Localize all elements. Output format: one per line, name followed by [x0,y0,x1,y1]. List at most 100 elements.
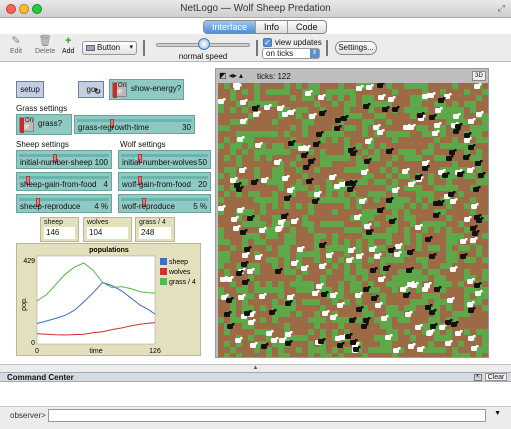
grass-patch [410,113,416,119]
ticks-counter: ticks: 122 [257,72,291,81]
tab-code[interactable]: Code [288,21,326,33]
fullscreen-icon[interactable]: ⤢ [498,3,505,14]
view-control-icons[interactable]: ◩ ◂▸ ▴ [219,71,243,80]
grass-patch [278,305,284,311]
delete-button[interactable]: 🗑 Delete [35,35,55,55]
setup-label: setup [20,85,40,94]
grass-patch [308,191,314,197]
grass-patch [350,227,356,233]
grass-patch [410,203,416,209]
grass-patch [290,125,296,131]
edit-button[interactable]: ✎ Edit [10,35,22,55]
grass-patch [428,179,434,185]
chevron-down-icon: ▾ [129,44,133,51]
add-button[interactable]: + Add [62,35,74,55]
speed-slider-handle[interactable] [198,38,210,50]
grass-patch [350,281,356,287]
sheep-reproduce-slider[interactable]: sheep-reproduce 4 % [16,194,112,213]
3d-view-button[interactable]: 3D [472,71,486,81]
grass-patch [416,197,422,203]
grass-patch [254,329,260,335]
settings-button[interactable]: Settings... [335,41,377,55]
initial-number-sheep-slider[interactable]: initial-number-sheep 100 [16,150,112,169]
sheep-agent-head [359,214,362,217]
sheep-agent-head [378,124,381,127]
initial-number-wolves-slider[interactable]: initial-number-wolves 50 [118,150,211,169]
grass-patch [410,215,416,221]
tab-interface[interactable]: Interface [204,21,257,33]
grass-patch [452,161,458,167]
slider-track[interactable] [19,154,109,163]
history-dropdown-icon[interactable]: ▼ [494,410,501,417]
sheep-agent-head [449,93,452,96]
slider-track[interactable] [121,176,208,185]
grass-patch [260,203,266,209]
grass-patch [326,155,332,161]
slider-track[interactable] [121,198,208,207]
splitter-handle[interactable]: ▲ [0,364,511,372]
show-energy-switch[interactable]: On Off show-energy? [109,79,184,100]
wolf-reproduce-slider[interactable]: wolf-reproduce 5 % [118,194,211,213]
switch-toggle[interactable]: On Off [19,117,34,133]
go-button[interactable]: go ↻ [78,81,104,98]
grass-patch [470,209,476,215]
grass-patch [224,329,230,335]
grass-patch [242,89,248,95]
slider-track[interactable] [19,176,109,185]
sheep-agent-head [252,268,255,271]
sheep-agent-head [255,342,258,345]
grass-patch [296,281,302,287]
switch-toggle[interactable]: On Off [112,82,127,98]
grass-patch [464,89,470,95]
grass-patch [272,263,278,269]
sheep-agent-head [458,113,461,116]
grass-patch [476,251,482,257]
grass-patch [422,299,428,305]
grass-patch [278,89,284,95]
grass-patch [308,281,314,287]
popout-icon[interactable]: ⇱ [474,374,482,381]
world-canvas[interactable] [218,83,488,357]
command-input[interactable] [48,409,486,422]
grass-patch [332,233,338,239]
setup-button[interactable]: setup [16,81,44,98]
grass-patch [338,95,344,101]
grass-patch [278,287,284,293]
tab-info[interactable]: Info [256,21,289,33]
sheep-agent-head [460,330,463,333]
grass-patch [266,287,272,293]
clear-button[interactable]: Clear [485,373,507,381]
grass-patch [308,83,314,89]
sheep-agent-head [413,124,416,127]
update-mode-select[interactable]: on ticks ⇕ [262,48,320,59]
agent-selector[interactable]: observer> [10,411,46,420]
grass-patch [392,335,398,341]
wolf-agent-head [478,186,481,189]
grass-patch [302,107,308,113]
wolf-agent-head [453,191,456,194]
sheep-gain-from-food-slider[interactable]: sheep-gain-from-food 4 [16,172,112,191]
switch-indicator [20,118,24,133]
grass-patch [428,293,434,299]
widget-type-select[interactable]: Button ▾ [82,41,137,55]
wolf-gain-from-food-slider[interactable]: wolf-gain-from-food 20 [118,172,211,191]
grass-patch [284,263,290,269]
grass-patch [476,329,482,335]
view-updates-checkbox[interactable]: ✓ [263,38,272,47]
slider-track[interactable] [77,119,192,128]
grass-patch [344,89,350,95]
grass-switch[interactable]: On Off grass? [16,114,72,135]
grass-patch [278,293,284,299]
slider-track[interactable] [121,154,208,163]
grass-patch [344,137,350,143]
grass-patch [440,221,446,227]
grass-patch [404,209,410,215]
grass-regrowth-time-slider[interactable]: grass-regrowth-time 30 [74,115,195,134]
view-updates-label: view updates [275,38,322,47]
update-mode-value: on ticks [266,49,294,58]
grass-patch [236,161,242,167]
grass-patch [440,275,446,281]
sheep-agent-head [342,302,345,305]
slider-track[interactable] [19,198,109,207]
grass-patch [332,245,338,251]
